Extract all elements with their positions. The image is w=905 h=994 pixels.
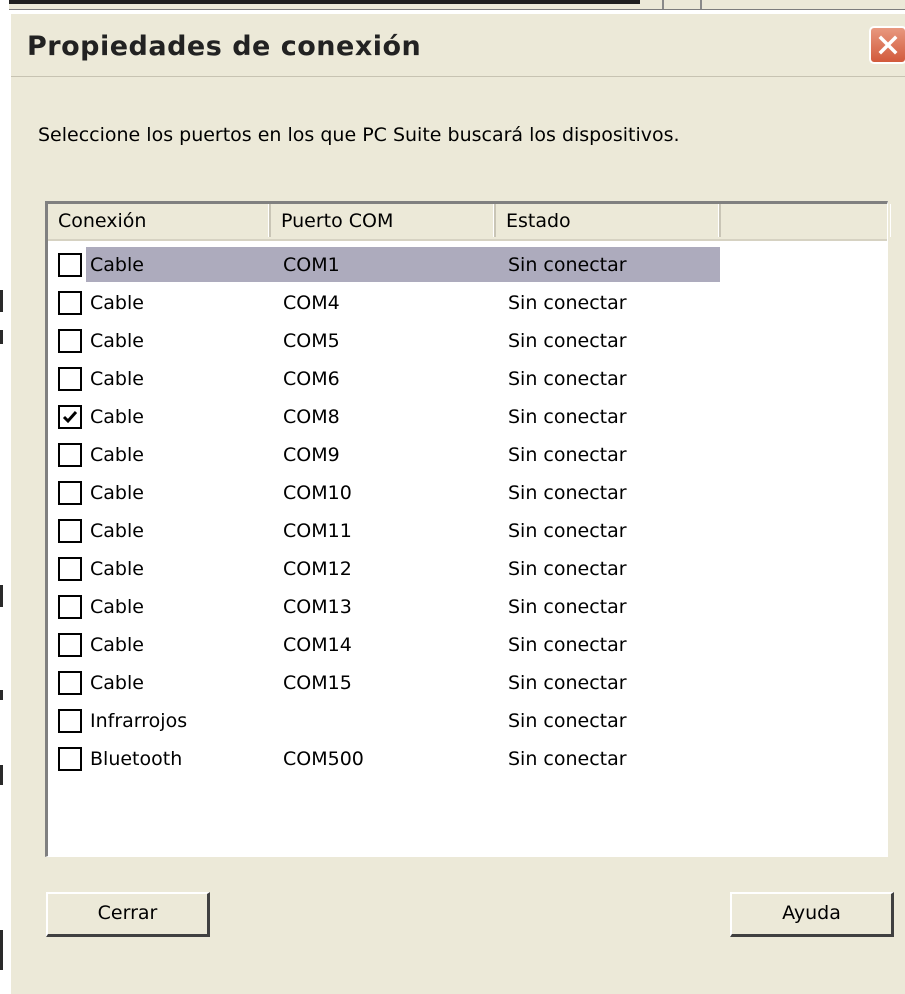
list-item[interactable]: Cable COM12 Sin conectar bbox=[48, 550, 887, 588]
cell-conexion: Cable bbox=[90, 406, 144, 428]
cell-puerto-com: COM12 bbox=[283, 558, 352, 580]
column-header-conexion[interactable]: Conexión bbox=[48, 204, 271, 237]
cell-estado: Sin conectar bbox=[508, 596, 627, 618]
cell-conexion: Cable bbox=[90, 672, 144, 694]
cerrar-button[interactable]: Cerrar bbox=[46, 892, 210, 937]
cell-puerto-com: COM6 bbox=[283, 368, 340, 390]
close-icon bbox=[878, 35, 898, 55]
list-item[interactable]: Cable COM4 Sin conectar bbox=[48, 284, 887, 322]
cell-conexion: Cable bbox=[90, 330, 144, 352]
cell-estado: Sin conectar bbox=[508, 634, 627, 656]
row-checkbox[interactable] bbox=[58, 633, 82, 657]
row-checkbox[interactable] bbox=[58, 519, 82, 543]
cell-estado: Sin conectar bbox=[508, 292, 627, 314]
cell-puerto-com: COM9 bbox=[283, 444, 340, 466]
checkmark-icon bbox=[62, 411, 78, 424]
list-item[interactable]: Cable COM1 Sin conectar bbox=[48, 246, 887, 284]
cell-puerto-com: COM8 bbox=[283, 406, 340, 428]
cell-puerto-com: COM1 bbox=[283, 254, 340, 276]
cell-estado: Sin conectar bbox=[508, 330, 627, 352]
cell-estado: Sin conectar bbox=[508, 710, 627, 732]
cell-estado: Sin conectar bbox=[508, 520, 627, 542]
cell-conexion: Cable bbox=[90, 368, 144, 390]
list-item[interactable]: Cable COM8 Sin conectar bbox=[48, 398, 887, 436]
column-header-empty[interactable] bbox=[721, 204, 891, 237]
list-item[interactable]: Cable COM15 Sin conectar bbox=[48, 664, 887, 702]
background-window-edge bbox=[0, 0, 905, 10]
cell-conexion: Cable bbox=[90, 254, 144, 276]
cell-conexion: Cable bbox=[90, 634, 144, 656]
cell-conexion: Cable bbox=[90, 482, 144, 504]
close-button[interactable] bbox=[869, 26, 905, 64]
cell-estado: Sin conectar bbox=[508, 406, 627, 428]
list-item[interactable]: Cable COM10 Sin conectar bbox=[48, 474, 887, 512]
column-header-puerto-com[interactable]: Puerto COM bbox=[271, 204, 496, 237]
cell-conexion: Bluetooth bbox=[90, 748, 183, 770]
cell-puerto-com: COM500 bbox=[283, 748, 364, 770]
row-checkbox[interactable] bbox=[58, 253, 82, 277]
dialog-title: Propiedades de conexión bbox=[27, 31, 422, 62]
row-checkbox[interactable] bbox=[58, 367, 82, 391]
row-checkbox[interactable] bbox=[58, 557, 82, 581]
list-header: Conexión Puerto COM Estado bbox=[48, 204, 887, 241]
ayuda-button[interactable]: Ayuda bbox=[730, 892, 894, 937]
cell-puerto-com: COM13 bbox=[283, 596, 352, 618]
connection-properties-dialog: Propiedades de conexión Seleccione los p… bbox=[9, 12, 905, 994]
cell-puerto-com: COM11 bbox=[283, 520, 352, 542]
list-item[interactable]: Cable COM13 Sin conectar bbox=[48, 588, 887, 626]
list-item[interactable]: Cable COM9 Sin conectar bbox=[48, 436, 887, 474]
list-item[interactable]: Cable COM6 Sin conectar bbox=[48, 360, 887, 398]
list-item[interactable]: Infrarrojos Sin conectar bbox=[48, 702, 887, 740]
cell-puerto-com: COM15 bbox=[283, 672, 352, 694]
row-checkbox[interactable] bbox=[58, 291, 82, 315]
row-checkbox[interactable] bbox=[58, 671, 82, 695]
cell-estado: Sin conectar bbox=[508, 748, 627, 770]
row-checkbox[interactable] bbox=[58, 747, 82, 771]
background-window-edge-left bbox=[0, 0, 9, 994]
row-checkbox[interactable] bbox=[58, 481, 82, 505]
cell-estado: Sin conectar bbox=[508, 368, 627, 390]
cell-estado: Sin conectar bbox=[508, 444, 627, 466]
cell-conexion: Cable bbox=[90, 444, 144, 466]
row-checkbox[interactable] bbox=[58, 443, 82, 467]
cell-conexion: Cable bbox=[90, 292, 144, 314]
list-item[interactable]: Cable COM14 Sin conectar bbox=[48, 626, 887, 664]
cell-puerto-com: COM4 bbox=[283, 292, 340, 314]
list-item[interactable]: Cable COM11 Sin conectar bbox=[48, 512, 887, 550]
cell-conexion: Cable bbox=[90, 520, 144, 542]
cell-puerto-com: COM10 bbox=[283, 482, 352, 504]
title-bar[interactable]: Propiedades de conexión bbox=[11, 14, 905, 77]
cell-estado: Sin conectar bbox=[508, 672, 627, 694]
instruction-text: Seleccione los puertos en los que PC Sui… bbox=[38, 124, 680, 146]
cell-estado: Sin conectar bbox=[508, 482, 627, 504]
cell-conexion: Cable bbox=[90, 596, 144, 618]
row-checkbox[interactable] bbox=[58, 709, 82, 733]
list-item[interactable]: Cable COM5 Sin conectar bbox=[48, 322, 887, 360]
connection-list[interactable]: Conexión Puerto COM Estado Cable COM1 Sin … bbox=[45, 201, 888, 857]
cell-puerto-com: COM5 bbox=[283, 330, 340, 352]
cell-conexion: Infrarrojos bbox=[90, 710, 188, 732]
row-checkbox[interactable] bbox=[58, 595, 82, 619]
cell-puerto-com: COM14 bbox=[283, 634, 352, 656]
column-header-estado[interactable]: Estado bbox=[496, 204, 721, 237]
row-checkbox[interactable] bbox=[58, 405, 82, 429]
row-checkbox[interactable] bbox=[58, 329, 82, 353]
cell-conexion: Cable bbox=[90, 558, 144, 580]
list-item[interactable]: Bluetooth COM500 Sin conectar bbox=[48, 740, 887, 778]
cell-estado: Sin conectar bbox=[508, 558, 627, 580]
cell-estado: Sin conectar bbox=[508, 254, 627, 276]
